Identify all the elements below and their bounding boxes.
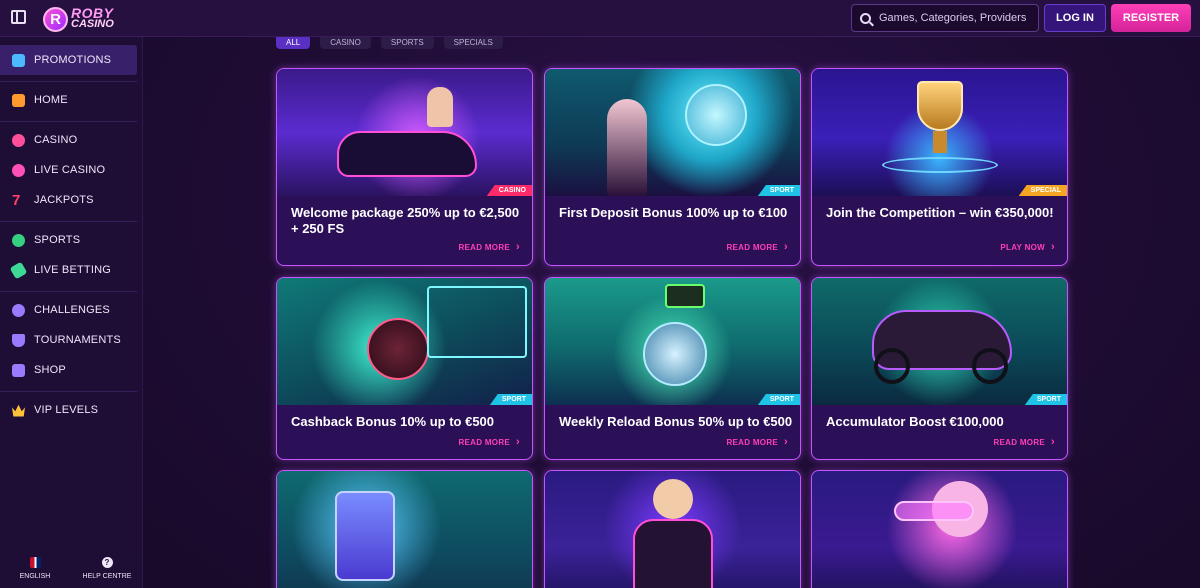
logo-badge: R — [43, 6, 68, 32]
filter-tab-casino[interactable]: CASINO — [320, 37, 371, 49]
uk-flag-icon — [29, 557, 41, 568]
chevron-right-icon: › — [784, 436, 788, 448]
sidebar-item-label: JACKPOTS — [34, 194, 94, 206]
trophy-icon — [12, 333, 25, 347]
sidebar-item-live-betting[interactable]: LIVE BETTING — [0, 255, 137, 285]
sidebar-item-tournaments[interactable]: TOURNAMENTS — [0, 325, 137, 355]
promo-card[interactable]: SPORT Weekly Reload Bonus 50% up to €500… — [544, 277, 801, 460]
home-icon — [12, 93, 25, 107]
sidebar-item-casino[interactable]: CASINO — [0, 125, 137, 155]
promo-card[interactable]: SPORT Accumulator Boost €100,000 READ MO… — [811, 277, 1068, 460]
soccer-ball-icon — [12, 233, 25, 247]
promo-image-girl-with-ball — [545, 69, 800, 196]
sidebar-item-live-casino[interactable]: LIVE CASINO — [0, 155, 137, 185]
search-icon — [860, 12, 871, 24]
category-tag: SPECIAL — [1018, 185, 1067, 196]
promo-card[interactable]: CASINO Welcome package 250% up to €2,500… — [276, 68, 533, 266]
promo-image-rider-jacket — [545, 471, 800, 588]
sidebar-item-home[interactable]: HOME — [0, 85, 137, 115]
promo-card[interactable]: SPORT Cashback Bonus 10% up to €500 READ… — [276, 277, 533, 460]
sidebar-item-label: VIP LEVELS — [34, 404, 99, 416]
logo[interactable]: R ROBY CASINO — [43, 4, 114, 34]
read-more-link[interactable]: READ MORE › — [458, 436, 520, 448]
read-more-link[interactable]: READ MORE › — [458, 241, 520, 253]
read-more-link[interactable]: READ MORE › — [726, 436, 788, 448]
language-selector[interactable]: ENGLISH — [0, 557, 70, 580]
chevron-right-icon: › — [1051, 436, 1055, 448]
sidebar-divider — [0, 81, 137, 82]
chip-icon — [12, 133, 25, 147]
promo-card[interactable] — [544, 470, 801, 588]
sidebar-item-promotions[interactable]: PROMOTIONS — [0, 45, 137, 75]
promo-image-drone-ball — [545, 278, 800, 405]
sidebar: PROMOTIONS HOME CASINO LIVE CASINO 7 JAC… — [0, 37, 143, 588]
read-more-link[interactable]: READ MORE › — [993, 436, 1055, 448]
sidebar-divider — [0, 391, 137, 392]
language-label: ENGLISH — [19, 573, 51, 580]
promo-image-motorbike — [812, 278, 1067, 405]
sidebar-item-label: CHALLENGES — [34, 304, 110, 316]
chevron-right-icon: › — [784, 241, 788, 253]
chevron-right-icon: › — [516, 241, 520, 253]
promo-title: Welcome package 250% up to €2,500 + 250 … — [291, 205, 520, 236]
ticket-icon — [9, 261, 28, 279]
promo-image-phone-2x — [277, 471, 532, 588]
promo-title: Cashback Bonus 10% up to €500 — [291, 414, 495, 429]
sidebar-item-label: LIVE BETTING — [34, 264, 111, 276]
play-now-link[interactable]: PLAY NOW › — [1000, 241, 1055, 253]
sidebar-item-label: CASINO — [34, 134, 78, 146]
sidebar-item-label: PROMOTIONS — [34, 54, 112, 66]
crown-icon — [12, 404, 25, 417]
sidebar-item-label: LIVE CASINO — [34, 164, 106, 176]
help-centre-link[interactable]: ? HELP CENTRE — [72, 557, 142, 580]
promo-card[interactable]: SPECIAL Join the Competition – win €350,… — [811, 68, 1068, 266]
sidebar-item-label: SPORTS — [34, 234, 81, 246]
sidebar-divider — [0, 121, 137, 122]
promo-image-basketball — [277, 278, 532, 405]
top-header: R ROBY CASINO Games, Categories, Provide… — [0, 0, 1200, 37]
filter-tab-all[interactable]: ALL — [276, 37, 311, 49]
sidebar-divider — [0, 291, 137, 292]
sidebar-item-label: TOURNAMENTS — [34, 334, 121, 346]
promo-card[interactable] — [276, 470, 533, 588]
filter-tab-specials[interactable]: SPECIALS — [443, 37, 503, 49]
sidebar-item-jackpots[interactable]: 7 JACKPOTS — [0, 185, 137, 215]
promo-card[interactable] — [811, 470, 1068, 588]
chevron-right-icon: › — [516, 436, 520, 448]
sidebar-item-vip-levels[interactable]: VIP LEVELS — [0, 395, 137, 425]
sidebar-item-shop[interactable]: SHOP — [0, 355, 137, 385]
promo-title: First Deposit Bonus 100% up to €100 — [559, 205, 788, 220]
sidebar-item-sports[interactable]: SPORTS — [0, 225, 137, 255]
sidebar-toggle-icon[interactable] — [11, 10, 26, 24]
help-label: HELP CENTRE — [82, 573, 132, 580]
promo-title: Weekly Reload Bonus 50% up to €500 — [559, 414, 793, 429]
search-placeholder: Games, Categories, Providers — [879, 12, 1027, 24]
logo-line2: CASINO — [71, 18, 114, 30]
search-input[interactable]: Games, Categories, Providers — [851, 4, 1039, 32]
chevron-right-icon: › — [1051, 241, 1055, 253]
register-button[interactable]: REGISTER — [1111, 4, 1191, 32]
seven-icon: 7 — [12, 191, 21, 209]
promo-image-motorbike-rider — [277, 69, 532, 196]
promo-filter-tabs: ALL CASINO SPORTS SPECIALS — [276, 37, 503, 49]
gift-icon — [12, 53, 25, 67]
promo-image-vr-girl — [812, 471, 1067, 588]
cart-icon — [12, 363, 25, 377]
promo-image-trophy — [812, 69, 1067, 196]
sidebar-item-challenges[interactable]: CHALLENGES — [0, 295, 137, 325]
filter-tab-sports[interactable]: SPORTS — [380, 37, 434, 49]
medal-icon — [12, 303, 25, 317]
promo-card[interactable]: SPORT First Deposit Bonus 100% up to €10… — [544, 68, 801, 266]
promotions-content: ALL CASINO SPORTS SPECIALS CASINO Welcom… — [143, 37, 1200, 588]
sidebar-item-label: SHOP — [34, 364, 66, 376]
promo-title: Join the Competition – win €350,000! — [826, 205, 1054, 220]
microphone-icon — [12, 163, 25, 177]
sidebar-item-label: HOME — [34, 94, 68, 106]
read-more-link[interactable]: READ MORE › — [726, 241, 788, 253]
sidebar-divider — [0, 221, 137, 222]
promo-title: Accumulator Boost €100,000 — [826, 414, 1004, 429]
login-button[interactable]: LOG IN — [1044, 4, 1106, 32]
help-icon: ? — [101, 557, 113, 568]
